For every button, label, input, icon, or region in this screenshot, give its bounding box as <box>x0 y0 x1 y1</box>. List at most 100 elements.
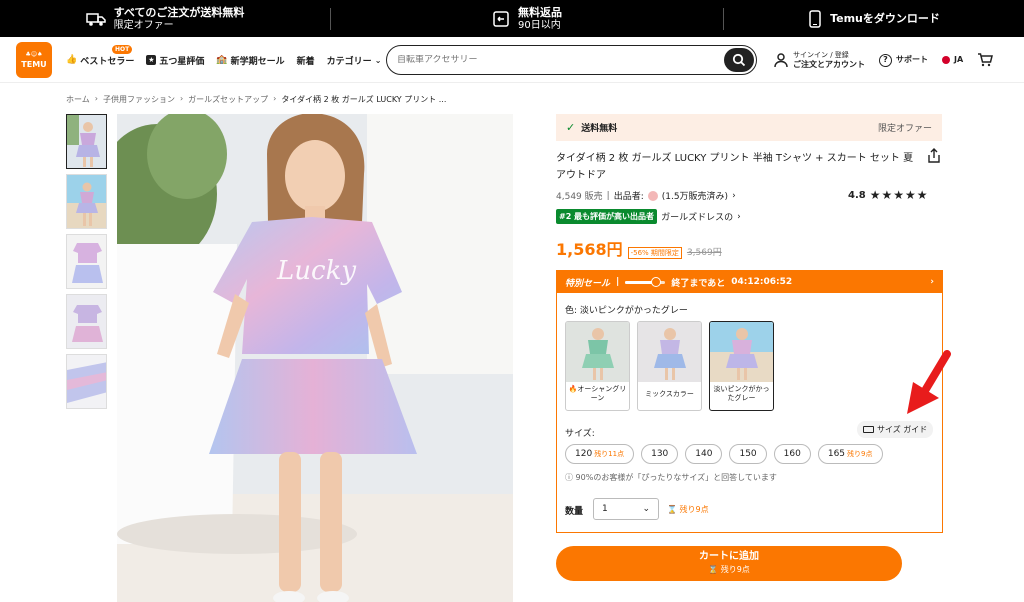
add-to-cart-label: カートに追加 <box>699 551 759 562</box>
size-option[interactable]: 120 残り11点 <box>565 444 635 464</box>
sale-label: 特別セール <box>565 278 611 289</box>
color-option-selected[interactable]: 淡いピンクがかったグレー <box>709 321 774 411</box>
color-option-name: ミックスカラー <box>645 390 694 398</box>
logo-mark: ♣☺♠ <box>25 51 43 58</box>
swatch-image <box>710 322 773 382</box>
nav-five-star[interactable]: ★ 五つ星評価 <box>146 54 204 67</box>
ruler-icon <box>863 426 874 433</box>
seller-avatar[interactable] <box>647 190 658 201</box>
size-option[interactable]: 160 <box>773 444 811 464</box>
site-header: ♣☺♠ TEMU 👍 ベストセラー HOT ★ 五つ星評価 🏫 新学期セール 新… <box>0 37 1024 83</box>
thumbnail[interactable] <box>66 354 107 409</box>
thumbnail[interactable] <box>66 234 107 289</box>
nav-bestsellers[interactable]: 👍 ベストセラー HOT <box>66 44 135 67</box>
thumbnail[interactable] <box>66 174 107 229</box>
size-option[interactable]: 165 残り9点 <box>817 444 883 464</box>
share-button[interactable] <box>927 148 941 168</box>
size-option[interactable]: 150 <box>729 444 767 464</box>
seller-rank[interactable]: #2 最も評価が高い出品者 ガールズドレスの › <box>556 209 741 224</box>
app-download-link[interactable]: Temuをダウンロード <box>724 0 1024 37</box>
size-option[interactable]: 140 <box>685 444 723 464</box>
breadcrumb-item[interactable]: ホーム <box>66 94 90 105</box>
size-guide-label: サイズ ガイド <box>877 425 928 434</box>
info-icon: ⓘ <box>565 473 573 482</box>
breadcrumb-item[interactable]: 子供用ファッション <box>103 94 175 105</box>
quantity-value: 1 <box>602 504 608 514</box>
color-label: 色: 淡いピンクがかったグレー <box>565 306 688 316</box>
color-option[interactable]: ミックスカラー <box>637 321 702 411</box>
breadcrumb-sep: › <box>179 94 184 103</box>
rank-badge: #2 最も評価が高い出品者 <box>556 209 658 224</box>
search-icon <box>732 53 746 67</box>
hourglass-icon: ⌛ <box>708 565 719 574</box>
chevron-right-icon: › <box>930 277 934 287</box>
returns-sub: 90日以内 <box>518 19 561 31</box>
hourglass-icon: ⌛ <box>667 505 677 514</box>
flash-sale-bar[interactable]: 特別セール | 終了まであと 04:12:06:52 › <box>557 271 942 293</box>
add-to-cart-button[interactable]: カートに追加 ⌛ 残り9点 <box>556 546 902 581</box>
search-button[interactable] <box>724 48 754 72</box>
thumbs-up-icon: 👍 <box>66 55 78 65</box>
nav-back-to-school-label: 新学期セール <box>230 56 285 67</box>
clock-icon <box>651 276 662 287</box>
size-option[interactable]: 130 <box>641 444 679 464</box>
signin-label: サインイン / 登録 <box>793 51 849 59</box>
download-label: Temuをダウンロード <box>830 12 940 25</box>
support-label: サポート <box>896 55 928 64</box>
free-shipping-label: 送料無料 <box>581 124 618 134</box>
thumbnail[interactable] <box>66 114 107 169</box>
purchase-options-box: 特別セール | 終了まであと 04:12:06:52 › 色: 淡いピンクがかっ… <box>556 270 943 533</box>
add-to-cart-stock: 残り9点 <box>720 565 750 574</box>
phone-icon <box>809 9 821 28</box>
rating-summary[interactable]: 4.8 ★★★★★ <box>848 188 929 202</box>
support-link[interactable]: ? サポート <box>879 53 928 67</box>
help-icon: ? <box>879 53 892 67</box>
logo-text: TEMU <box>21 60 47 69</box>
thumbnail-list <box>66 114 107 414</box>
countdown-label: 終了まであと <box>671 278 726 289</box>
star-box-icon: ★ <box>146 55 157 65</box>
add-to-cart-sub: ⌛ 残り9点 <box>556 563 902 576</box>
cart-link[interactable] <box>977 53 994 67</box>
account-link[interactable]: サインイン / 登録 ご注文とアカウント <box>773 50 865 70</box>
free-shipping-promo[interactable]: すべてのご注文が送料無料 限定オファー <box>0 0 330 37</box>
language-label: JA <box>954 55 964 64</box>
nav-back-to-school[interactable]: 🏫 新学期セール <box>216 54 284 67</box>
language-selector[interactable]: JA <box>942 55 963 65</box>
quantity-select[interactable]: 1 ⌄ <box>593 498 659 520</box>
seller-label: 出品者: <box>613 192 644 202</box>
nav-categories-label: カテゴリー <box>326 56 372 67</box>
original-price: 3,569円 <box>686 248 722 258</box>
main-product-image[interactable]: Lucky <box>117 114 513 602</box>
share-icon <box>928 148 940 163</box>
annotation-arrow-icon <box>905 350 955 424</box>
search-bar <box>386 45 757 75</box>
star-rating-icon: ★★★★★ <box>869 188 929 202</box>
seller-sales[interactable]: (1.5万販売済み) <box>662 189 728 202</box>
free-returns-promo[interactable]: 無料返品 90日以内 <box>331 0 723 37</box>
color-option-name: 淡いピンクがかったグレー <box>713 385 770 402</box>
user-icon <box>774 53 788 68</box>
breadcrumb-item[interactable]: ガールズセットアップ <box>188 94 268 105</box>
size-value: 120 <box>575 449 593 459</box>
meta-divider: | <box>606 190 610 201</box>
swatch-image <box>638 322 701 382</box>
nav-categories[interactable]: カテゴリー ⌄ <box>327 54 382 67</box>
checkmark-icon: ✓ <box>566 121 576 134</box>
main-nav: 👍 ベストセラー HOT ★ 五つ星評価 🏫 新学期セール 新着 カテゴリー ⌄ <box>66 37 381 83</box>
sold-count: 4,549 販売 <box>556 192 603 202</box>
size-value: 165 <box>827 449 846 459</box>
temu-logo[interactable]: ♣☺♠ TEMU <box>16 42 52 78</box>
size-value: 140 <box>695 449 713 459</box>
nav-bestsellers-label: ベストセラー <box>80 56 135 67</box>
thumbnail[interactable] <box>66 294 107 349</box>
stock-warning: ⌛ 残り9点 <box>667 504 709 515</box>
nav-new[interactable]: 新着 <box>297 54 315 67</box>
nav-five-star-label: 五つ星評価 <box>159 56 205 67</box>
shipping-promo-sub: 限定オファー <box>113 19 174 31</box>
swatch-image <box>566 322 629 382</box>
limited-offer-label: 限定オファー <box>877 124 932 134</box>
search-input[interactable] <box>397 55 717 65</box>
color-option[interactable]: 🔥オーシャングリーン <box>565 321 630 411</box>
orders-account-label: ご注文とアカウント <box>793 60 865 69</box>
